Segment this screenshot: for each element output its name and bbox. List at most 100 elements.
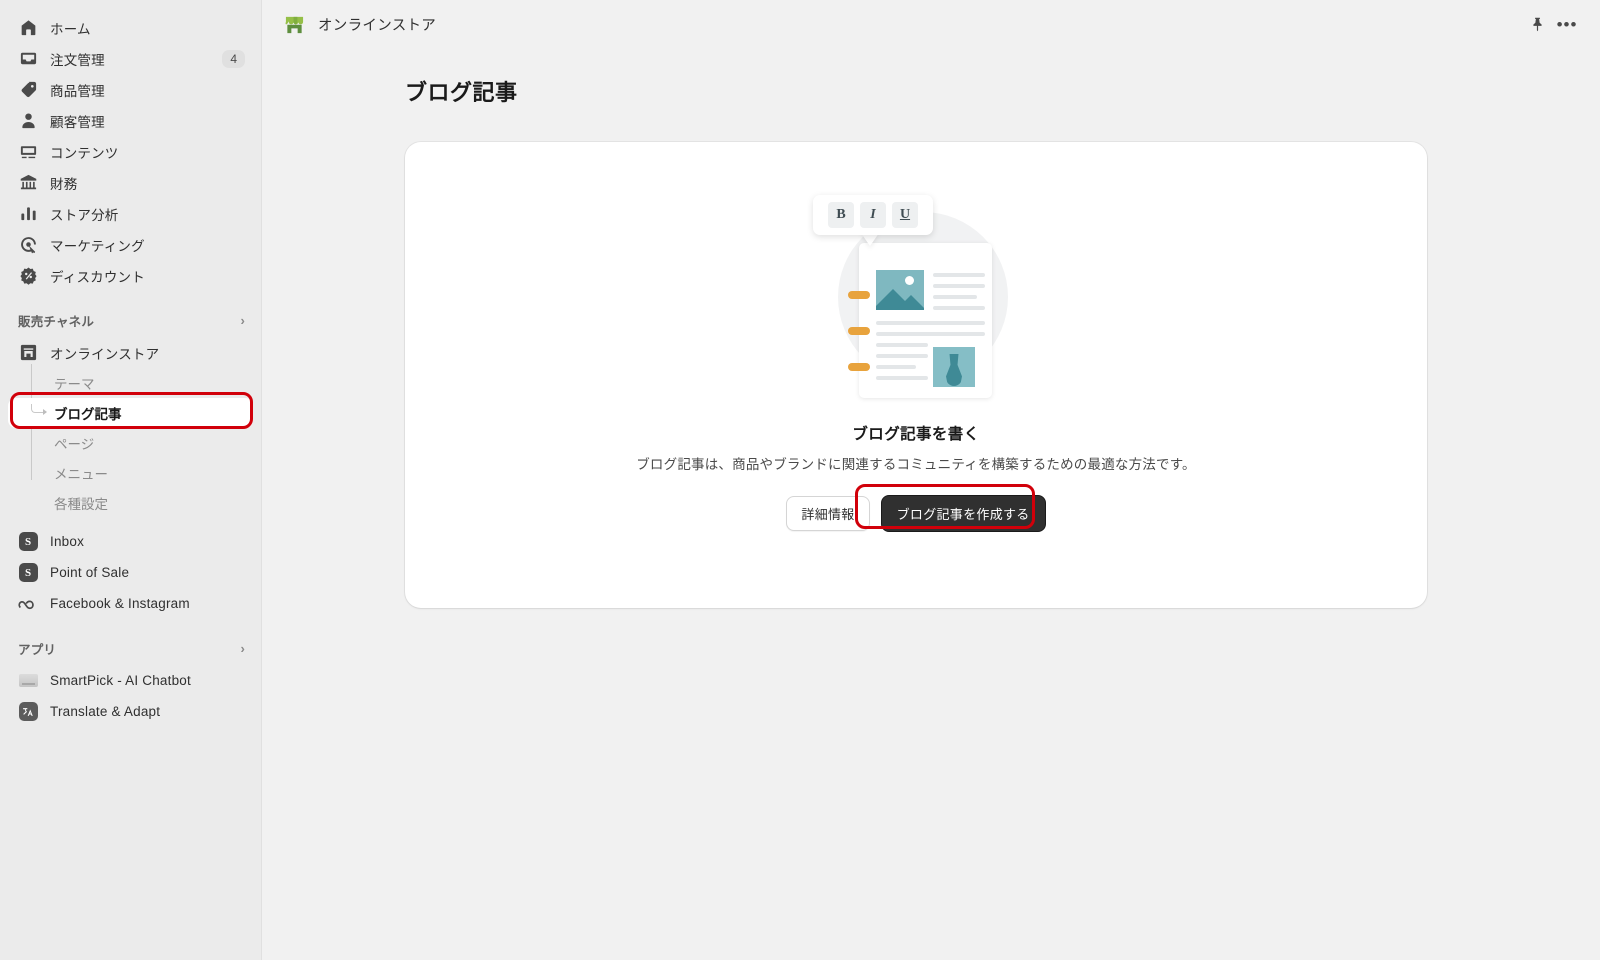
illustration-binder-ring: [848, 291, 870, 299]
sidebar-item-label: Facebook & Instagram: [50, 596, 190, 611]
chevron-right-icon: ›: [240, 640, 245, 656]
content-image-icon: [18, 142, 38, 162]
illustration-text-line: [933, 295, 977, 299]
sidebar-item-marketing[interactable]: マーケティング: [8, 229, 253, 260]
sidebar-item-label: SmartPick - AI Chatbot: [50, 673, 191, 688]
person-icon: [18, 111, 38, 131]
tag-icon: [18, 80, 38, 100]
sidebar-subitem-preferences[interactable]: 各種設定: [8, 488, 253, 518]
sidebar-subitem-label: ページ: [54, 437, 95, 452]
sidebar-item-label: Point of Sale: [50, 565, 130, 580]
storefront-green-icon: [284, 15, 305, 35]
storefront-icon: [18, 343, 38, 363]
empty-state-description: ブログ記事は、商品やブランドに関連するコミュニティを構築するための最適な方法です…: [636, 457, 1196, 472]
orders-inbox-icon: [18, 49, 38, 69]
sidebar-item-label: オンラインストア: [50, 346, 160, 362]
illustration-formatting-toolbar: B I U: [813, 195, 933, 235]
sidebar-item-inbox[interactable]: S Inbox: [8, 526, 253, 557]
illustration-sun: [905, 276, 914, 285]
sidebar-item-label: Inbox: [50, 534, 85, 549]
sidebar-item-label: ストア分析: [50, 207, 119, 223]
illustration-text-line: [876, 321, 985, 325]
sidebar-item-orders[interactable]: 注文管理 4: [8, 43, 253, 74]
illustration-text-line: [933, 284, 985, 288]
illustration-vase-image: [933, 347, 975, 387]
sidebar-item-finance[interactable]: 財務: [8, 167, 253, 198]
illustration-text-line: [876, 354, 928, 358]
sidebar-item-smartpick[interactable]: SmartPick - AI Chatbot: [8, 665, 253, 696]
sidebar-item-analytics[interactable]: ストア分析: [8, 198, 253, 229]
sidebar-navigation: ホーム 注文管理 4 商品管理 顧客管理 コンテンツ 財務 ストア分析 マーケテ…: [0, 0, 262, 960]
create-blog-post-button[interactable]: ブログ記事を作成する: [880, 495, 1046, 532]
more-horizontal-icon[interactable]: •••: [1552, 10, 1582, 40]
illustration-binder-ring: [848, 363, 870, 371]
illustration-text-line: [876, 365, 916, 369]
sidebar-item-label: マーケティング: [50, 238, 145, 254]
illustration-binder-ring: [848, 327, 870, 335]
sidebar-item-label: コンテンツ: [50, 145, 119, 161]
sidebar-subitem-blog-posts[interactable]: ブログ記事: [8, 398, 253, 428]
sidebar-subitem-label: 各種設定: [54, 497, 108, 512]
sidebar-item-customers[interactable]: 顧客管理: [8, 105, 253, 136]
smartpick-app-icon: [18, 671, 38, 691]
sidebar-item-label: Translate & Adapt: [50, 704, 161, 719]
illustration-text-line: [876, 376, 928, 380]
empty-state-actions: 詳細情報 ブログ記事を作成する: [786, 484, 1046, 532]
shopify-inbox-icon: S: [18, 532, 38, 552]
page-title: ブログ記事: [405, 80, 518, 105]
orders-count-badge: 4: [222, 49, 245, 68]
shopify-admin-window: ホーム 注文管理 4 商品管理 顧客管理 コンテンツ 財務 ストア分析 マーケテ…: [0, 0, 1600, 960]
illustration-text-line: [876, 343, 928, 347]
sidebar-subitem-label: ブログ記事: [54, 407, 122, 422]
sidebar-item-online-store[interactable]: オンラインストア: [8, 337, 253, 368]
sidebar-subitem-menus[interactable]: メニュー: [8, 458, 253, 488]
sidebar-item-label: 注文管理: [50, 52, 105, 68]
discount-percent-icon: [18, 266, 38, 286]
empty-state-heading: ブログ記事を書く: [852, 426, 980, 443]
blog-post-editor-illustration: B I U: [751, 187, 1081, 402]
sidebar-subitem-pages[interactable]: ページ: [8, 428, 253, 458]
illustration-vase-shape: [946, 354, 962, 386]
bar-chart-icon: [18, 204, 38, 224]
sidebar-subitem-label: テーマ: [54, 377, 95, 392]
sidebar-item-label: ディスカウント: [50, 269, 145, 285]
sidebar-item-label: 顧客管理: [50, 114, 105, 130]
marketing-target-icon: [18, 235, 38, 255]
illustration-text-line: [933, 273, 985, 277]
store-title: オンラインストア: [318, 18, 437, 34]
illustration-image-placeholder: [876, 270, 924, 310]
section-header-sales-channels[interactable]: 販売チャネル ›: [10, 305, 251, 335]
sidebar-item-label: ホーム: [50, 21, 91, 37]
bank-icon: [18, 173, 38, 193]
pin-icon[interactable]: [1522, 10, 1552, 40]
meta-icon: [18, 594, 38, 614]
sidebar-item-content[interactable]: コンテンツ: [8, 136, 253, 167]
blog-posts-empty-state-card: B I U ブログ記事を書く ブログ記事は、商品やブランドに関連するコミュニティ…: [405, 142, 1427, 608]
translate-adapt-icon: [18, 702, 38, 722]
sidebar-item-discounts[interactable]: ディスカウント: [8, 260, 253, 291]
shopify-pos-icon: S: [18, 563, 38, 583]
home-icon: [18, 18, 38, 38]
sidebar-subitem-themes[interactable]: テーマ: [8, 368, 253, 398]
sidebar-item-label: 財務: [50, 176, 78, 192]
section-label: 販売チャネル: [18, 314, 95, 329]
illustration-mountain: [896, 295, 924, 310]
section-header-apps[interactable]: アプリ ›: [10, 633, 251, 663]
main-content-area: オンラインストア ••• ブログ記事 B I U ブログ記事を書く ブログ記事は…: [262, 0, 1600, 960]
bold-icon: B: [828, 202, 854, 228]
chevron-right-icon: ›: [240, 312, 245, 328]
sidebar-item-facebook-instagram[interactable]: Facebook & Instagram: [8, 588, 253, 619]
sidebar-item-translate-adapt[interactable]: Translate & Adapt: [8, 696, 253, 727]
sidebar-subitem-label: メニュー: [54, 467, 108, 482]
sidebar-item-point-of-sale[interactable]: S Point of Sale: [8, 557, 253, 588]
top-bar: オンラインストア •••: [262, 0, 1600, 49]
italic-icon: I: [860, 202, 886, 228]
illustration-text-line: [933, 306, 985, 310]
sidebar-item-label: 商品管理: [50, 83, 105, 99]
underline-icon: U: [892, 202, 918, 228]
learn-more-button[interactable]: 詳細情報: [786, 496, 870, 531]
sidebar-item-products[interactable]: 商品管理: [8, 74, 253, 105]
tree-elbow-arrow-icon: [31, 404, 47, 415]
sidebar-item-home[interactable]: ホーム: [8, 12, 253, 43]
section-label: アプリ: [18, 642, 57, 657]
